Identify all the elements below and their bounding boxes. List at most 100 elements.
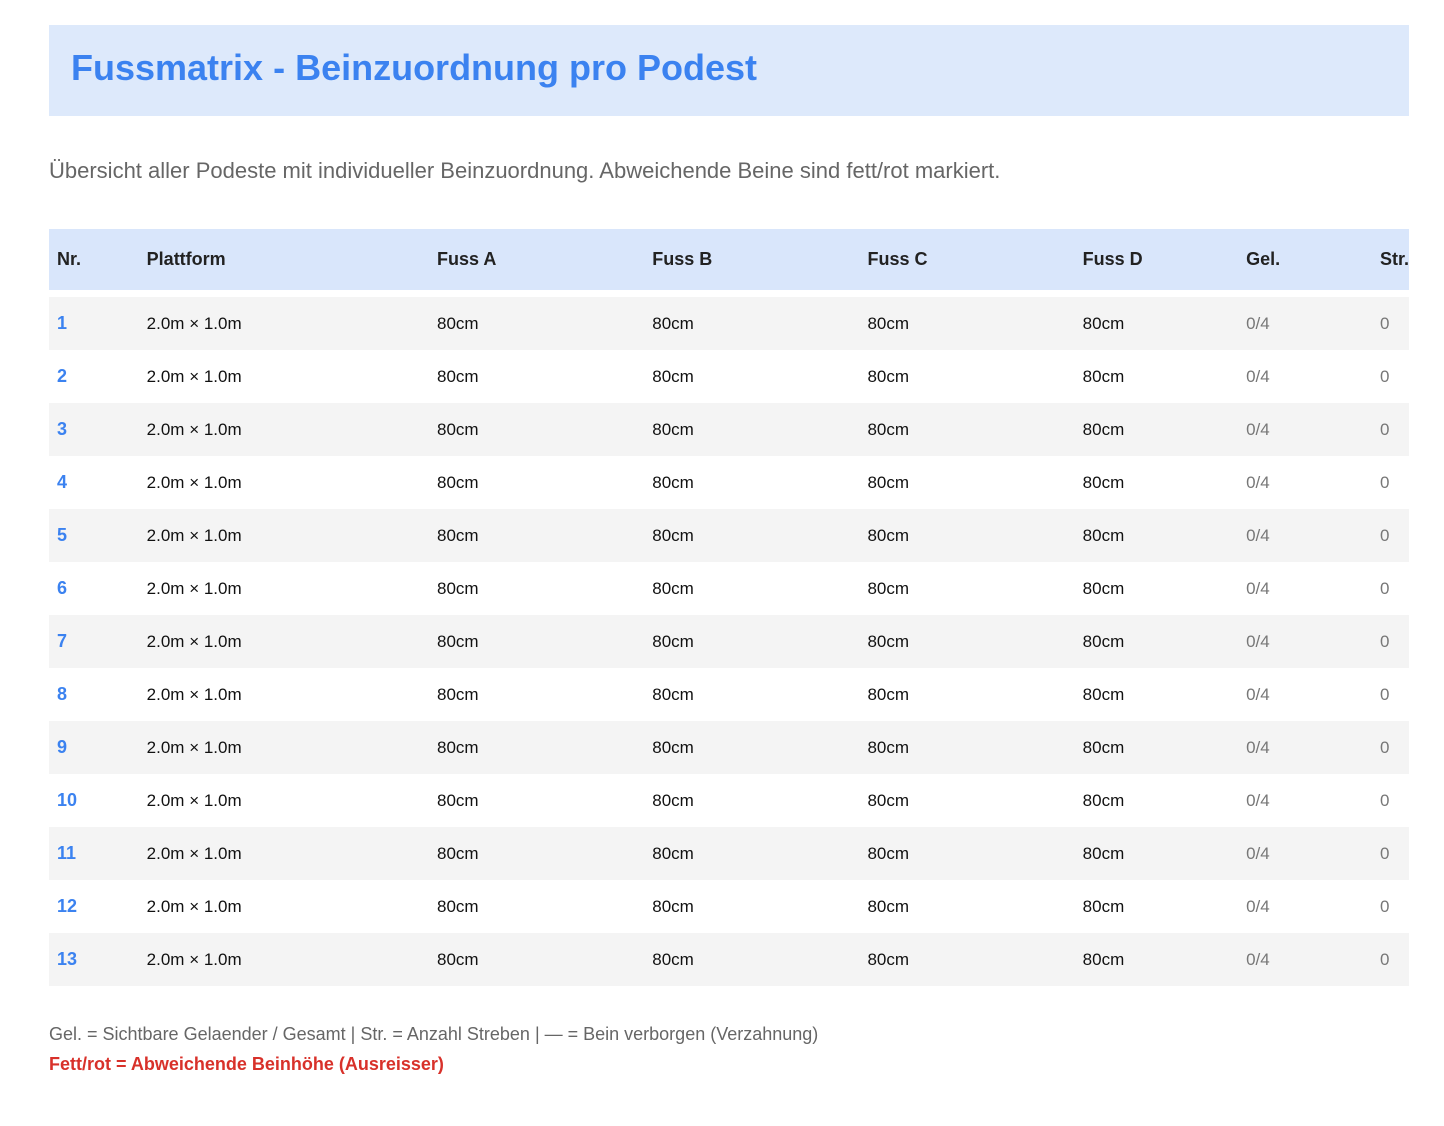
cell-str: 0 <box>1379 419 1390 439</box>
cell-fuss-c: 80cm <box>867 313 910 333</box>
cell-str: 0 <box>1379 578 1390 598</box>
cell-fuss-a: 80cm <box>437 631 479 651</box>
cell-nr: 7 <box>57 631 68 651</box>
cell-gel: 0/4 <box>1246 896 1270 916</box>
cell-fuss-b: 80cm <box>652 419 694 439</box>
table-row: 9 2.0m × 1.0m 80cm 80cm 80cm 80cm 0/4 0 <box>49 721 1409 774</box>
cell-str: 0 <box>1379 843 1390 863</box>
header-nr: Nr. <box>57 249 82 269</box>
page: Fussmatrix - Beinzuordnung pro Podest Üb… <box>49 25 1409 1079</box>
table-row: 7 2.0m × 1.0m 80cm 80cm 80cm 80cm 0/4 0 <box>49 615 1409 668</box>
cell-fuss-c: 80cm <box>867 684 910 704</box>
cell-gel: 0/4 <box>1246 737 1270 757</box>
table-row: 4 2.0m × 1.0m 80cm 80cm 80cm 80cm 0/4 0 <box>49 456 1409 509</box>
cell-fuss-c: 80cm <box>867 419 910 439</box>
header-fuss-c: Fuss C <box>867 249 928 269</box>
cell-fuss-b: 80cm <box>652 472 694 492</box>
cell-plattform: 2.0m × 1.0m <box>146 684 242 704</box>
cell-gel: 0/4 <box>1246 419 1270 439</box>
cell-nr: 5 <box>57 525 68 545</box>
header-fuss-b: Fuss B <box>652 249 713 269</box>
cell-fuss-c: 80cm <box>867 578 910 598</box>
table-row: 12 2.0m × 1.0m 80cm 80cm 80cm 80cm 0/4 0 <box>49 880 1409 933</box>
cell-gel: 0/4 <box>1246 631 1270 651</box>
table-row: 13 2.0m × 1.0m 80cm 80cm 80cm 80cm 0/4 0 <box>49 933 1409 986</box>
cell-fuss-d: 80cm <box>1082 313 1125 333</box>
cell-fuss-b: 80cm <box>652 631 694 651</box>
cell-plattform: 2.0m × 1.0m <box>146 631 242 651</box>
cell-fuss-a: 80cm <box>437 313 479 333</box>
cell-fuss-d: 80cm <box>1082 631 1125 651</box>
cell-fuss-b: 80cm <box>652 313 694 333</box>
cell-str: 0 <box>1379 525 1390 545</box>
cell-nr: 9 <box>57 737 68 757</box>
cell-fuss-d: 80cm <box>1082 843 1125 863</box>
table-row: 11 2.0m × 1.0m 80cm 80cm 80cm 80cm 0/4 0 <box>49 827 1409 880</box>
cell-fuss-d: 80cm <box>1082 472 1125 492</box>
cell-fuss-a: 80cm <box>437 737 479 757</box>
header-str: Str. <box>1379 249 1409 269</box>
cell-gel: 0/4 <box>1246 578 1270 598</box>
page-title: Fussmatrix - Beinzuordnung pro Podest <box>71 46 758 88</box>
cell-gel: 0/4 <box>1246 790 1270 810</box>
header-gel: Gel. <box>1246 249 1281 269</box>
table-body: 1 2.0m × 1.0m 80cm 80cm 80cm 80cm 0/4 0 2 2.0m × … <box>49 290 1409 986</box>
table-row: 3 2.0m × 1.0m 80cm 80cm 80cm 80cm 0/4 0 <box>49 403 1409 456</box>
podest-matrix-table: Nr. Plattform Fuss A Fuss B Fuss C Fuss … <box>49 229 1409 986</box>
cell-nr: 12 <box>57 896 78 916</box>
cell-nr: 10 <box>57 790 78 810</box>
cell-fuss-c: 80cm <box>867 366 910 386</box>
cell-fuss-b: 80cm <box>652 737 694 757</box>
cell-fuss-a: 80cm <box>437 684 479 704</box>
table-header-row: Nr. Plattform Fuss A Fuss B Fuss C Fuss … <box>49 229 1409 290</box>
cell-plattform: 2.0m × 1.0m <box>146 737 242 757</box>
cell-fuss-b: 80cm <box>652 790 694 810</box>
cell-fuss-c: 80cm <box>867 843 910 863</box>
table-row: 6 2.0m × 1.0m 80cm 80cm 80cm 80cm 0/4 0 <box>49 562 1409 615</box>
cell-nr: 2 <box>57 366 68 386</box>
cell-fuss-d: 80cm <box>1082 737 1125 757</box>
table-row: 5 2.0m × 1.0m 80cm 80cm 80cm 80cm 0/4 0 <box>49 509 1409 562</box>
cell-fuss-d: 80cm <box>1082 896 1125 916</box>
legend-highlight-text: Fett/rot = Abweichende Beinhöhe (Ausreis… <box>49 1054 444 1074</box>
table-row: 8 2.0m × 1.0m 80cm 80cm 80cm 80cm 0/4 0 <box>49 668 1409 721</box>
cell-fuss-c: 80cm <box>867 949 910 969</box>
cell-str: 0 <box>1379 313 1390 333</box>
header-plattform: Plattform <box>146 249 226 269</box>
cell-fuss-c: 80cm <box>867 472 910 492</box>
cell-str: 0 <box>1379 737 1390 757</box>
cell-plattform: 2.0m × 1.0m <box>146 843 242 863</box>
table-row: 1 2.0m × 1.0m 80cm 80cm 80cm 80cm 0/4 0 <box>49 297 1409 350</box>
cell-fuss-d: 80cm <box>1082 949 1125 969</box>
cell-gel: 0/4 <box>1246 366 1270 386</box>
cell-fuss-a: 80cm <box>437 843 479 863</box>
cell-str: 0 <box>1379 896 1390 916</box>
cell-fuss-a: 80cm <box>437 525 479 545</box>
cell-gel: 0/4 <box>1246 472 1270 492</box>
cell-plattform: 2.0m × 1.0m <box>146 949 242 969</box>
cell-plattform: 2.0m × 1.0m <box>146 578 242 598</box>
cell-nr: 11 <box>57 843 77 863</box>
cell-fuss-a: 80cm <box>437 419 479 439</box>
cell-fuss-c: 80cm <box>867 896 910 916</box>
cell-fuss-b: 80cm <box>652 684 694 704</box>
cell-gel: 0/4 <box>1246 949 1270 969</box>
cell-nr: 4 <box>57 472 68 492</box>
cell-plattform: 2.0m × 1.0m <box>146 313 242 333</box>
cell-gel: 0/4 <box>1246 684 1270 704</box>
cell-fuss-d: 80cm <box>1082 525 1125 545</box>
page-subtitle: Übersicht aller Podeste mit individuelle… <box>49 158 1001 183</box>
cell-fuss-d: 80cm <box>1082 578 1125 598</box>
cell-fuss-a: 80cm <box>437 472 479 492</box>
header-fuss-d: Fuss D <box>1082 249 1143 269</box>
cell-plattform: 2.0m × 1.0m <box>146 790 242 810</box>
cell-fuss-c: 80cm <box>867 525 910 545</box>
cell-fuss-b: 80cm <box>652 896 694 916</box>
header-fuss-a: Fuss A <box>437 249 497 269</box>
cell-fuss-d: 80cm <box>1082 366 1125 386</box>
cell-fuss-c: 80cm <box>867 737 910 757</box>
table-row: 10 2.0m × 1.0m 80cm 80cm 80cm 80cm 0/4 0 <box>49 774 1409 827</box>
legend-text: Gel. = Sichtbare Gelaender / Gesamt | St… <box>49 1024 819 1044</box>
cell-fuss-a: 80cm <box>437 790 479 810</box>
cell-plattform: 2.0m × 1.0m <box>146 366 242 386</box>
